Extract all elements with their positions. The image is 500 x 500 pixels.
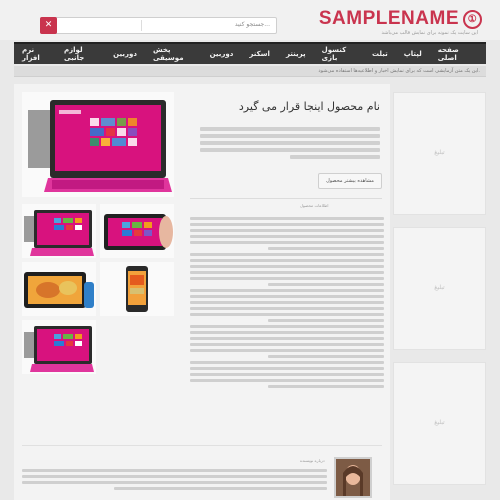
bio-line xyxy=(22,481,327,484)
desc-line xyxy=(190,229,384,232)
desc-line xyxy=(190,301,384,304)
nav-item-camera-2[interactable]: دوربین xyxy=(105,50,145,58)
logo-text[interactable]: SAMPLENAME xyxy=(319,8,459,29)
ad-block[interactable]: تبلیغ xyxy=(393,227,486,350)
info-label: اطلاعات محصول xyxy=(300,203,329,208)
ad-block[interactable]: تبلیغ xyxy=(393,362,486,485)
search-divider xyxy=(141,20,142,31)
desc-line xyxy=(190,373,384,376)
nav-item-tablet[interactable]: تبلت xyxy=(364,50,396,58)
tablet-keyboard-illustration xyxy=(24,210,94,256)
site-logo[interactable]: SAMPLENAME ① xyxy=(319,8,482,30)
desc-line xyxy=(190,217,384,220)
nav-item-software[interactable]: نرم افزار xyxy=(14,46,56,62)
desc-line xyxy=(190,241,384,244)
summary-line xyxy=(200,148,380,152)
desc-line xyxy=(267,319,384,322)
desc-line xyxy=(190,235,384,238)
thumbnail-3[interactable] xyxy=(100,262,174,316)
bio-line xyxy=(22,475,327,478)
nav-item-camera[interactable]: دوربین xyxy=(202,50,242,58)
ad-label: تبلیغ xyxy=(434,149,445,156)
thumbnail-1[interactable] xyxy=(100,204,174,258)
desc-line xyxy=(190,265,384,268)
right-sidebar: تبلیغ تبلیغ تبلیغ xyxy=(393,92,486,497)
desc-line xyxy=(190,271,384,274)
tablet-food-illustration xyxy=(24,272,94,308)
nav-item-scanner[interactable]: اسکنر xyxy=(241,50,278,58)
nav-item-printer[interactable]: پرینتر xyxy=(278,50,314,58)
summary-line xyxy=(200,127,380,131)
summary-line xyxy=(200,141,380,145)
desc-line xyxy=(190,361,384,364)
desc-line xyxy=(190,223,384,226)
desc-line xyxy=(267,283,384,286)
tablet-keyboard-illustration-2 xyxy=(24,326,94,372)
thumbnail-5[interactable] xyxy=(22,320,96,374)
product-description xyxy=(190,214,384,391)
ad-label: تبلیغ xyxy=(434,419,445,426)
thumbnail-2[interactable] xyxy=(22,204,96,258)
tablet-hand-illustration xyxy=(104,214,173,250)
desc-line xyxy=(190,379,384,382)
main-navigation: صفحه اصلی لپتاپ تبلت کنسول بازی پرینتر ا… xyxy=(14,42,486,64)
desc-line xyxy=(267,355,384,358)
desc-line xyxy=(190,295,384,298)
desc-line xyxy=(190,253,384,256)
desc-line xyxy=(190,343,384,346)
news-ticker: این یک متن آزمایشی است که برای نمایش اخب… xyxy=(14,66,486,77)
site-header: SAMPLENAME ① این سایت یک نمونه برای نمایش… xyxy=(0,0,500,40)
nav-item-console[interactable]: کنسول بازی xyxy=(314,46,364,62)
search-box[interactable]: ✕ جستجو کنید... xyxy=(40,17,277,34)
desc-line xyxy=(190,307,384,310)
product-title: نام محصول اینجا قرار می گیرد xyxy=(238,100,380,113)
view-more-button[interactable]: مشاهده بیشتر محصول xyxy=(318,173,382,189)
desc-line xyxy=(190,289,384,292)
author-photo xyxy=(336,459,370,496)
avatar xyxy=(334,457,372,498)
author-label: درباره نویسنده xyxy=(300,458,325,463)
product-summary xyxy=(200,124,380,162)
desc-line xyxy=(190,259,384,262)
nav-item-laptop[interactable]: لپتاپ xyxy=(396,50,430,58)
ad-label: تبلیغ xyxy=(434,284,445,291)
desc-line xyxy=(267,247,384,250)
author-bio xyxy=(22,466,327,493)
thumbnail-4[interactable] xyxy=(22,262,96,316)
tablet-illustration xyxy=(28,100,172,192)
nav-item-accessories[interactable]: لوازم جانبی xyxy=(56,46,105,62)
ad-block[interactable]: تبلیغ xyxy=(393,92,486,215)
bio-line xyxy=(113,487,327,490)
nav-item-music[interactable]: پخش موسیقی xyxy=(145,46,202,62)
desc-line xyxy=(190,331,384,334)
x-icon[interactable]: ✕ xyxy=(40,17,57,34)
nav-item-home[interactable]: صفحه اصلی xyxy=(430,46,480,62)
desc-line xyxy=(267,385,384,388)
desc-line xyxy=(190,313,384,316)
desc-line xyxy=(190,337,384,340)
product-main-image[interactable] xyxy=(22,92,174,197)
search-input[interactable]: جستجو کنید... xyxy=(235,21,270,28)
summary-line xyxy=(200,134,380,138)
summary-line xyxy=(290,155,380,159)
divider xyxy=(22,445,382,446)
desc-line xyxy=(190,277,384,280)
site-tagline: این سایت یک نمونه برای نمایش قالب می‌باش… xyxy=(381,30,478,36)
desc-line xyxy=(190,325,384,328)
desc-line xyxy=(190,349,384,352)
desc-line xyxy=(190,367,384,370)
divider xyxy=(190,198,382,199)
bio-line xyxy=(22,469,327,472)
smartphone-illustration xyxy=(126,266,148,312)
logo-mark-icon: ① xyxy=(463,10,482,29)
